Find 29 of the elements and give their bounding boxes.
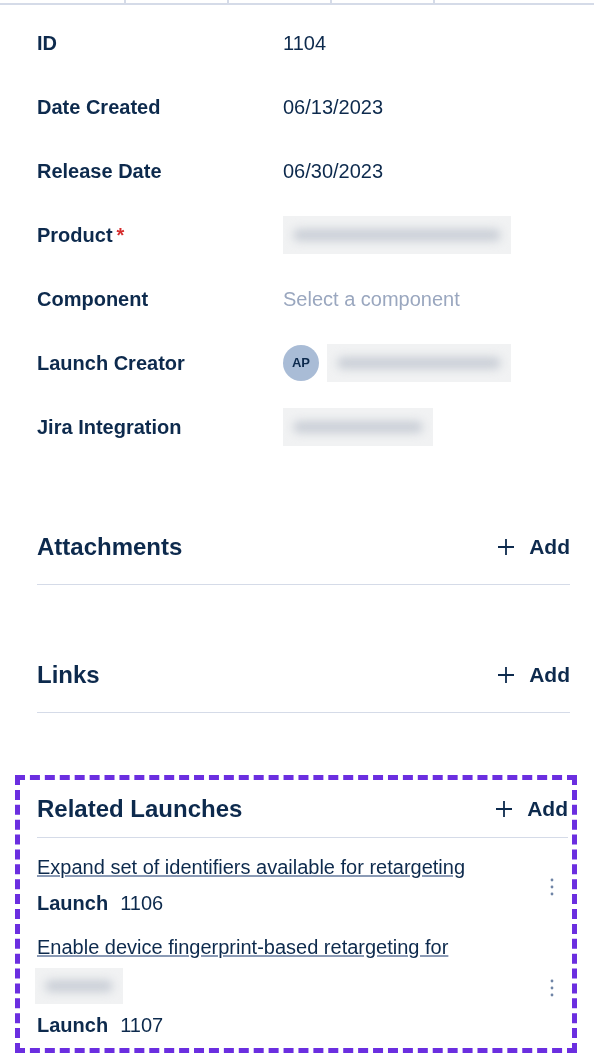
launch-type: Launch — [37, 1013, 109, 1038]
field-label: Release Date — [37, 159, 162, 184]
more-icon — [550, 876, 554, 897]
section-title: Attachments — [37, 531, 183, 562]
launch-type: Launch — [37, 891, 109, 916]
add-button[interactable]: Add — [497, 658, 570, 691]
plus-icon — [495, 799, 514, 818]
launch-link[interactable]: Expand set of identifiers available for retargeting — [37, 856, 466, 878]
field-label: Launch Creator — [37, 351, 185, 376]
launch-number: 1107 — [120, 1013, 164, 1038]
field-value: 06/13/2023 — [283, 95, 384, 120]
field-label: Component — [37, 287, 149, 312]
plus-icon — [497, 537, 516, 556]
add-button[interactable]: Add — [497, 530, 570, 563]
field-label: Product — [37, 223, 113, 248]
add-button[interactable]: Add — [495, 792, 568, 825]
field-value: 06/30/2023 — [283, 159, 384, 184]
required-mark: * — [116, 223, 125, 248]
section-title: Related Launches — [37, 793, 243, 824]
more-icon — [550, 977, 554, 998]
avatar-icon: AP — [283, 345, 319, 381]
field-value: 1104 — [283, 31, 326, 56]
field-label: Date Created — [37, 95, 161, 120]
field-label: ID — [37, 31, 57, 56]
launch-link[interactable]: Enable device fingerprint-based retargeting for — [37, 936, 449, 958]
launch-number: 1106 — [120, 891, 164, 916]
section-title: Links — [37, 659, 100, 690]
field-label: Jira Integration — [37, 415, 182, 440]
plus-icon — [497, 665, 516, 684]
